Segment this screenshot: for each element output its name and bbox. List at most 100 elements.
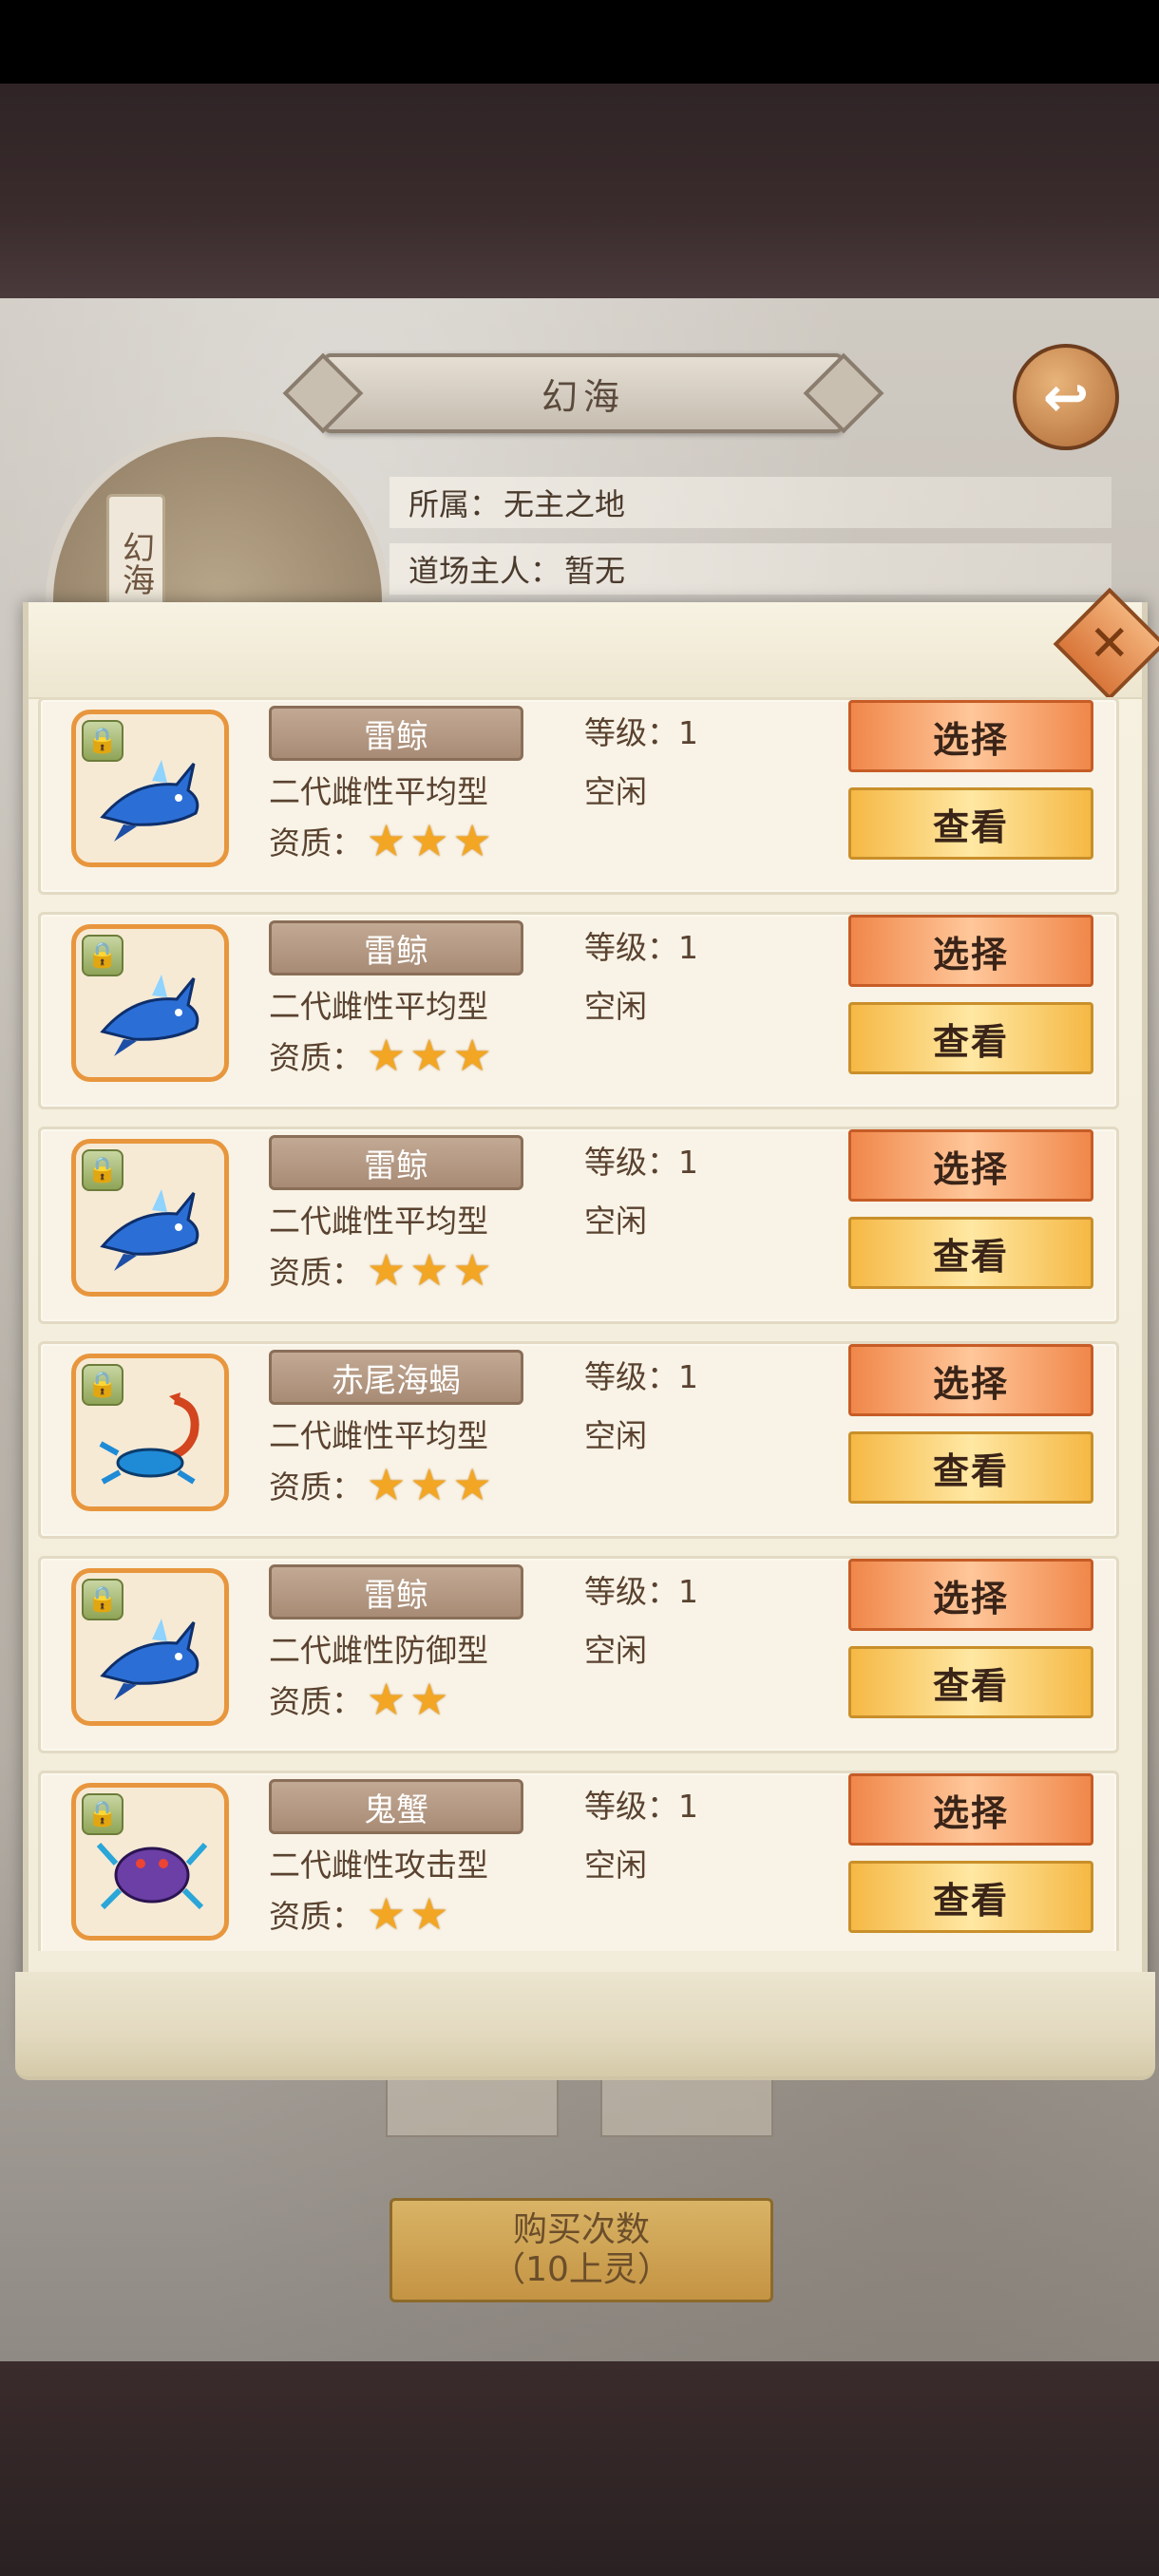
- pet-row: 🔒 雷鲸 二代雌性防御型 资质： ★ ★ 等级：1 空闲 选择 查看: [38, 1556, 1119, 1753]
- pet-type: 二代雌性攻击型: [269, 1847, 488, 1884]
- level-value: 1: [678, 1358, 698, 1395]
- pet-row: 🔒 鬼蟹 二代雌性攻击型 资质： ★ ★ 等级：1 空闲 选择 查看: [38, 1771, 1119, 1951]
- back-arrow-icon: ↩: [1042, 365, 1090, 429]
- select-button[interactable]: 选择: [848, 1129, 1093, 1202]
- pet-avatar[interactable]: 🔒: [71, 1139, 229, 1297]
- select-button[interactable]: 选择: [848, 1773, 1093, 1846]
- level-value: 1: [678, 1144, 698, 1181]
- pet-name: 赤尾海蝎: [269, 1350, 523, 1405]
- star-icon: ★: [409, 1459, 449, 1510]
- pet-status: 空闲: [584, 773, 647, 810]
- pet-status: 空闲: [584, 1417, 647, 1454]
- pet-type: 二代雌性平均型: [269, 988, 488, 1025]
- back-button[interactable]: ↩: [1013, 344, 1119, 450]
- star-icon: ★: [452, 815, 492, 866]
- view-button[interactable]: 查看: [848, 1646, 1093, 1718]
- star-icon: ★: [409, 1030, 449, 1081]
- pet-status: 空闲: [584, 1632, 647, 1669]
- level-label: 等级：: [584, 929, 678, 966]
- pet-quality: 资质： ★ ★ ★: [269, 1032, 492, 1078]
- select-button[interactable]: 选择: [848, 1344, 1093, 1416]
- pet-quality: 资质： ★ ★ ★: [269, 1462, 492, 1507]
- pet-row: 🔒 雷鲸 二代雌性平均型 资质： ★ ★ ★ 等级：1 空闲 选择 查看: [38, 912, 1119, 1109]
- view-button[interactable]: 查看: [848, 1002, 1093, 1074]
- quality-label: 资质：: [269, 1898, 363, 1935]
- star-icon: ★: [409, 815, 449, 866]
- buy-times-cost: （10上灵）: [491, 2250, 672, 2289]
- pet-list[interactable]: 🔒 雷鲸 二代雌性平均型 资质： ★ ★ ★ 等级：1 空闲 选择 查看 🔒 雷鲸 二代雌性平均型 资质： ★…: [38, 697, 1119, 1951]
- pet-name: 鬼蟹: [269, 1779, 523, 1834]
- star-icon: ★: [452, 1244, 492, 1296]
- pet-status: 空闲: [584, 1847, 647, 1884]
- pet-name: 雷鲸: [269, 1135, 523, 1190]
- pet-avatar[interactable]: 🔒: [71, 1568, 229, 1726]
- owner-label: 所属：: [408, 486, 501, 522]
- level-label: 等级：: [584, 1573, 678, 1610]
- quality-label: 资质：: [269, 1254, 363, 1291]
- select-button[interactable]: 选择: [848, 700, 1093, 772]
- pet-avatar[interactable]: 🔒: [71, 1783, 229, 1941]
- level-value: 1: [678, 1573, 698, 1610]
- pet-type: 二代雌性平均型: [269, 1417, 488, 1454]
- pet-level: 等级：1: [584, 922, 698, 968]
- pet-type: 二代雌性平均型: [269, 773, 488, 810]
- star-icon: ★: [367, 815, 407, 866]
- pet-row: 🔒 雷鲸 二代雌性平均型 资质： ★ ★ ★ 等级：1 空闲 选择 查看: [38, 1127, 1119, 1324]
- pet-avatar[interactable]: 🔒: [71, 924, 229, 1082]
- pet-row: 🔒 雷鲸 二代雌性平均型 资质： ★ ★ ★ 等级：1 空闲 选择 查看: [38, 697, 1119, 895]
- pet-status: 空闲: [584, 988, 647, 1025]
- pet-level: 等级：1: [584, 1781, 698, 1827]
- pet-type: 二代雌性平均型: [269, 1203, 488, 1240]
- star-icon: ★: [452, 1459, 492, 1510]
- level-label: 等级：: [584, 1788, 678, 1825]
- star-icon: ★: [409, 1244, 449, 1296]
- level-value: 1: [678, 714, 698, 751]
- star-icon: ★: [409, 1888, 449, 1940]
- buy-times-label: 购买次数: [512, 2210, 650, 2249]
- pet-name: 雷鲸: [269, 706, 523, 761]
- title-plaque: 幻海: [282, 352, 884, 434]
- level-value: 1: [678, 929, 698, 966]
- pet-level: 等级：1: [584, 1566, 698, 1612]
- buy-times-button[interactable]: 购买次数 （10上灵）: [390, 2198, 773, 2302]
- pet-avatar[interactable]: 🔒: [71, 710, 229, 867]
- master-row: 道场主人： 暂无: [390, 543, 1112, 595]
- pet-level: 等级：1: [584, 1137, 698, 1183]
- scroll-top-roll: [28, 602, 1142, 699]
- status-bar: [0, 0, 1159, 84]
- star-icon: ★: [367, 1030, 407, 1081]
- select-button[interactable]: 选择: [848, 1559, 1093, 1631]
- pet-level: 等级：1: [584, 1352, 698, 1397]
- pet-quality: 资质： ★ ★: [269, 1676, 449, 1722]
- view-button[interactable]: 查看: [848, 1861, 1093, 1933]
- view-button[interactable]: 查看: [848, 1431, 1093, 1504]
- quality-label: 资质：: [269, 824, 363, 862]
- pet-status: 空闲: [584, 1203, 647, 1240]
- quality-label: 资质：: [269, 1039, 363, 1076]
- close-icon: ✕: [1089, 615, 1130, 672]
- top-band: [0, 84, 1159, 298]
- page-title: 幻海: [541, 375, 625, 418]
- pet-quality: 资质： ★ ★: [269, 1891, 449, 1937]
- select-button[interactable]: 选择: [848, 915, 1093, 987]
- pet-name: 雷鲸: [269, 1564, 523, 1619]
- scroll-bottom-roll: [15, 1972, 1155, 2080]
- pet-avatar[interactable]: 🔒: [71, 1354, 229, 1511]
- pet-type: 二代雌性防御型: [269, 1632, 488, 1669]
- star-icon: ★: [409, 1674, 449, 1725]
- bottom-band: [0, 2361, 1159, 2576]
- level-label: 等级：: [584, 1144, 678, 1181]
- level-value: 1: [678, 1788, 698, 1825]
- view-button[interactable]: 查看: [848, 787, 1093, 860]
- view-button[interactable]: 查看: [848, 1217, 1093, 1289]
- star-icon: ★: [452, 1030, 492, 1081]
- level-label: 等级：: [584, 1358, 678, 1395]
- pet-level: 等级：1: [584, 708, 698, 753]
- pet-quality: 资质： ★ ★ ★: [269, 818, 492, 863]
- level-label: 等级：: [584, 714, 678, 751]
- pet-name: 雷鲸: [269, 920, 523, 975]
- pet-row: 🔒 赤尾海蝎二代雌性平均型资质： ★ ★ ★ 等级：1 空闲 选择查看: [38, 1341, 1119, 1539]
- quality-label: 资质：: [269, 1683, 363, 1720]
- owner-value: 无主之地: [504, 486, 626, 522]
- star-icon: ★: [367, 1674, 407, 1725]
